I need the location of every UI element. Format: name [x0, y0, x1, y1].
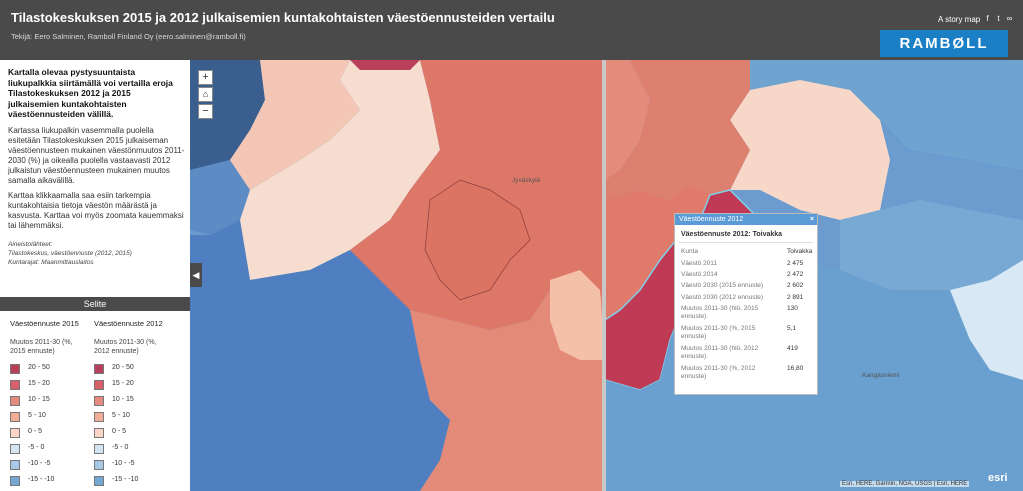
legend-label: 10 - 15: [112, 396, 134, 403]
sources-line-1: Tilastokeskus, väestöennuste (2012, 2015…: [8, 250, 132, 257]
close-icon[interactable]: ×: [810, 214, 814, 225]
popup-row-key: Väestö 2030 (2012 ennuste): [681, 294, 764, 301]
legend-label: 0 - 5: [112, 428, 127, 435]
legend-label: -15 - -10: [112, 476, 139, 483]
legend: Väestöennuste 2015 Väestöennuste 2012 Mu…: [0, 311, 190, 491]
popup-row-key: Väestö 2030 (2015 ennuste): [681, 282, 764, 289]
description-paragraph-2: Karttaa klikkaamalla saa esiin tarkempia…: [8, 191, 184, 230]
legend-label: 0 - 5: [28, 428, 43, 435]
legend-swatch: [94, 460, 104, 470]
sources: Aineistolähteet: Tilastokeskus, väestöen…: [8, 240, 186, 267]
popup-row-key: Muutos 2011-30 (%, 2012 ennuste): [681, 365, 756, 380]
legend-col2-subtitle: Muutos 2011-30 (%, 2012 ennuste): [94, 339, 157, 355]
popup-row-value: 2 472: [787, 271, 804, 278]
popup-row-key: Kunta: [681, 248, 698, 255]
popup-row-value: 130: [787, 305, 798, 312]
legend-swatch: [10, 364, 20, 374]
esri-logo: esri: [988, 472, 1008, 484]
legend-label: 20 - 50: [112, 364, 134, 371]
author-line: Tekijä: Eero Salminen, Ramboll Finland O…: [11, 32, 246, 41]
legend-label: 5 - 10: [28, 412, 46, 419]
legend-label: -15 - -10: [28, 476, 55, 483]
popup-row-value: 419: [787, 345, 798, 352]
region-dark-pink[interactable]: [350, 60, 420, 70]
legend-swatch: [10, 444, 20, 454]
story-map-link[interactable]: A story map: [938, 15, 980, 24]
legend-swatch: [10, 396, 20, 406]
legend-col1-title: Väestöennuste 2015: [10, 319, 79, 328]
legend-swatch: [94, 444, 104, 454]
link-icon[interactable]: ∞: [1005, 14, 1014, 23]
legend-swatch: [94, 476, 104, 486]
popup-row-key: Väestö 2011: [681, 260, 718, 267]
legend-swatch: [94, 428, 104, 438]
zoom-in-button[interactable]: +: [198, 70, 213, 85]
legend-label: 15 - 20: [28, 380, 50, 387]
popup-title: Väestöennuste 2012: Toivakka: [681, 231, 783, 238]
legend-label: -5 - 0: [28, 444, 45, 451]
home-icon[interactable]: ⌂: [198, 87, 213, 102]
popup-divider: [679, 242, 813, 243]
legend-label: -10 - -5: [112, 460, 135, 467]
sources-line-2: Kuntarajat: Maanmittauslaitos: [8, 259, 94, 266]
popup-row-value: 16,80: [787, 365, 804, 372]
app-header: Tilastokeskuksen 2015 ja 2012 julkaisemi…: [0, 0, 1023, 60]
popup-row-key: Väestö 2014: [681, 271, 718, 278]
legend-swatch: [10, 412, 20, 422]
map-attribution[interactable]: Esri, HERE, Garmin, NGA, USGS | Esri, HE…: [840, 481, 970, 487]
legend-swatch: [10, 428, 20, 438]
popup-row-value: 2 891: [787, 294, 804, 301]
legend-header[interactable]: Selite: [0, 297, 190, 311]
legend-swatch: [10, 460, 20, 470]
popup-row-value: 2 475: [787, 260, 804, 267]
sources-label: Aineistolähteet:: [8, 241, 53, 248]
legend-label: 5 - 10: [112, 412, 130, 419]
swipe-slider[interactable]: [602, 60, 606, 491]
place-label-jyvaskyla: Jyväskylä: [512, 177, 541, 184]
legend-swatch: [94, 412, 104, 422]
map-canvas[interactable]: [190, 60, 1023, 491]
popup-row-key: Muutos 2011-30 (%, 2015 ennuste): [681, 325, 756, 340]
legend-label: -10 - -5: [28, 460, 51, 467]
popup-row-value: 2 602: [787, 282, 804, 289]
facebook-icon[interactable]: f: [983, 14, 992, 23]
place-label-kangasniemi: Kangasniemi: [862, 372, 900, 379]
page-title: Tilastokeskuksen 2015 ja 2012 julkaisemi…: [11, 10, 555, 25]
ramboll-logo[interactable]: RAMBØLL: [880, 30, 1008, 57]
legend-swatch: [94, 364, 104, 374]
intro-text: Kartalla olevaa pystysuuntaista liukupal…: [8, 67, 173, 119]
legend-swatch: [10, 380, 20, 390]
legend-swatch: [94, 396, 104, 406]
popup-row-value: 5,1: [787, 325, 797, 332]
info-popup: Väestöennuste 2012 × Väestöennuste 2012:…: [674, 213, 818, 395]
legend-label: 20 - 50: [28, 364, 50, 371]
description-paragraph-1: Kartassa liukupalkin vasemmalla puolella…: [8, 126, 185, 185]
twitter-icon[interactable]: t: [994, 14, 1003, 23]
legend-swatch: [10, 476, 20, 486]
legend-swatch: [94, 380, 104, 390]
legend-label: -5 - 0: [112, 444, 129, 451]
popup-row-key: Muutos 2011-30 (hlö, 2012 ennuste): [681, 345, 759, 360]
zoom-out-button[interactable]: −: [198, 104, 213, 119]
legend-col1-subtitle: Muutos 2011-30 (%, 2015 ennuste): [10, 339, 73, 355]
popup-header-title: Väestöennuste 2012: [679, 216, 744, 223]
collapse-panel-button[interactable]: ◀: [190, 263, 202, 287]
popup-header: Väestöennuste 2012 ×: [675, 214, 817, 225]
legend-label: 15 - 20: [112, 380, 134, 387]
legend-label: 10 - 15: [28, 396, 50, 403]
popup-row-key: Muutos 2011-30 (hlö, 2015 ennuste): [681, 305, 759, 320]
legend-col2-title: Väestöennuste 2012: [94, 319, 163, 328]
map-view[interactable]: [190, 60, 1023, 491]
popup-row-value: Toivakka: [787, 248, 813, 255]
